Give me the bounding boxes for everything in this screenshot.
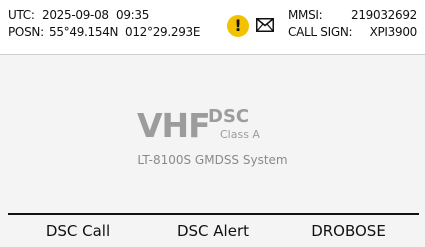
position-latitude: 55°49.154N (49, 25, 119, 39)
product-logo: VHF DSC Class A LT-8100S GMDSS System (0, 108, 425, 172)
mmsi-value: 219032692 (350, 8, 417, 22)
position-longitude: 012°29.293E (125, 25, 201, 39)
logo-class: Class A (220, 128, 260, 141)
system-name: LT-8100S GMDSS System (137, 153, 288, 167)
status-header: UTC: 2025-09-08 09:35 POSN: 55°49.154N 0… (0, 0, 425, 55)
mmsi-label: MMSI: (288, 8, 323, 22)
utc-date: 2025-09-08 (42, 8, 109, 22)
dsc-alert-softkey[interactable]: DSC Alert (148, 218, 278, 244)
utc-time: 09:35 (116, 8, 150, 22)
warning-icon[interactable]: ! (227, 15, 249, 37)
drobose-softkey[interactable]: DROBOSE (278, 218, 419, 244)
softkey-divider (8, 213, 419, 215)
callsign-value: XPI3900 (369, 25, 418, 39)
dsc-call-softkey[interactable]: DSC Call (8, 218, 148, 244)
logo-dsc: DSC (208, 106, 250, 127)
position-label: POSN: (8, 25, 44, 39)
envelope-icon[interactable] (256, 18, 274, 32)
callsign-label: CALL SIGN: (288, 25, 353, 39)
dsc-home-screen: UTC: 2025-09-08 09:35 POSN: 55°49.154N 0… (0, 0, 425, 247)
utc-label: UTC: (8, 8, 35, 22)
logo-vhf: VHF (137, 106, 211, 145)
